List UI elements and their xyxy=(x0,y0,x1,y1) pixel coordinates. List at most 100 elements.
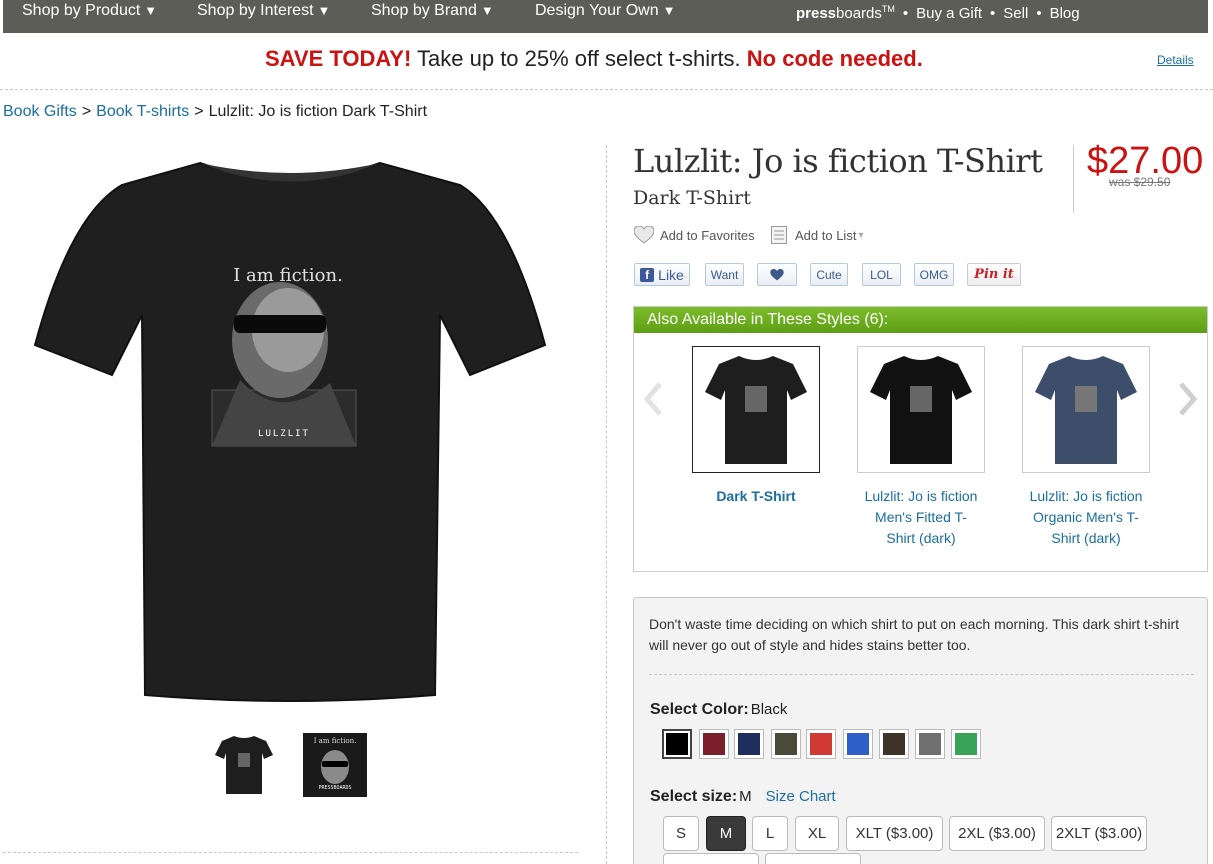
style-thumbnail xyxy=(857,346,985,473)
chevron-down-icon: ▾ xyxy=(858,229,864,241)
swatch-fill xyxy=(738,733,760,755)
size-option-3xl[interactable]: 3XL ($3.00) xyxy=(663,853,759,864)
thumbnail-shirt[interactable] xyxy=(212,733,276,797)
separator-dot: • xyxy=(1036,5,1042,22)
size-label-text: Select size: xyxy=(650,788,738,805)
size-option-l[interactable]: L xyxy=(752,816,788,851)
swatch-fill xyxy=(810,733,832,755)
product-description: Don't waste time deciding on which shirt… xyxy=(649,616,1179,653)
size-chart-link[interactable]: Size Chart xyxy=(766,788,836,805)
size-option-xl[interactable]: XL xyxy=(795,816,839,851)
style-shirt-image xyxy=(870,355,972,464)
menu-label: Shop by Product xyxy=(22,2,141,19)
swatch-fill xyxy=(666,733,688,755)
facebook-icon: f xyxy=(640,267,655,282)
promo-no-code: No code needed. xyxy=(746,46,923,71)
options-divider xyxy=(649,674,1194,675)
thumbnail-design[interactable]: I am fiction. PRESSBOARDS xyxy=(303,733,367,797)
tshirt-image: I am fiction. LULZLIT xyxy=(33,161,547,702)
brand-rest: boards xyxy=(836,5,882,22)
want-button[interactable]: Want xyxy=(705,263,744,286)
breadcrumb-book-tshirts[interactable]: Book T-shirts xyxy=(96,103,189,120)
thumbnail-text: I am fiction. xyxy=(314,737,357,745)
sell-link[interactable]: Sell xyxy=(1003,5,1028,22)
menu-shop-by-brand[interactable]: Shop by Brand ▼ xyxy=(371,2,494,20)
style-item-dark-tshirt[interactable]: Dark T-Shirt xyxy=(692,346,820,507)
pinterest-button[interactable]: Pin it xyxy=(967,263,1021,286)
selected-color-value: Black xyxy=(750,701,788,718)
promo-details-link[interactable]: Details xyxy=(1157,53,1194,67)
size-option-3xlt[interactable]: 3XLT ($3.00) xyxy=(765,853,861,864)
breadcrumb-current: Lulzlit: Jo is fiction Dark T-Shirt xyxy=(208,103,428,120)
size-option-2xl[interactable]: 2XL ($3.00) xyxy=(949,816,1045,851)
size-option-s[interactable]: S xyxy=(663,816,699,851)
menu-label: Shop by Interest xyxy=(197,2,314,19)
swatch-fill xyxy=(703,733,725,755)
facebook-like-button[interactable]: f Like xyxy=(634,263,690,286)
thumbnail-shirt-image xyxy=(215,736,273,794)
style-caption: Dark T-Shirt xyxy=(716,488,796,504)
selected-size-value: M xyxy=(739,788,752,805)
left-bottom-divider xyxy=(3,852,578,853)
select-size-label: Select size: M Size Chart xyxy=(650,788,836,806)
main-product-image[interactable]: I am fiction. LULZLIT xyxy=(30,155,550,705)
trademark: TM xyxy=(881,4,895,14)
swatch-fill xyxy=(847,733,869,755)
color-swatch-olive[interactable] xyxy=(771,729,801,759)
color-swatch-maroon[interactable] xyxy=(699,729,729,759)
product-options-panel: Don't waste time deciding on which shirt… xyxy=(633,597,1208,864)
breadcrumb-separator: > xyxy=(81,103,92,120)
chevron-down-icon: ▼ xyxy=(480,3,494,18)
cute-button[interactable]: Cute xyxy=(810,263,848,286)
color-swatch-brown[interactable] xyxy=(879,729,909,759)
column-divider xyxy=(606,145,607,864)
menu-design-your-own[interactable]: Design Your Own ▼ xyxy=(535,2,676,20)
color-swatch-navy[interactable] xyxy=(734,729,764,759)
shirt-logo-text: LULZLIT xyxy=(258,429,310,439)
style-thumbnail xyxy=(1022,346,1150,473)
alternate-styles-panel: Also Available in These Styles (6): Dark… xyxy=(633,306,1208,572)
size-option-xlt[interactable]: XLT ($3.00) xyxy=(846,816,943,851)
menu-label: Design Your Own xyxy=(535,2,659,19)
breadcrumb: Book Gifts > Book T-shirts > Lulzlit: Jo is … xyxy=(3,103,427,121)
chevron-left-icon[interactable] xyxy=(642,381,664,417)
style-item-organic-tshirt[interactable]: Lulzlit: Jo is fiction Organic Men's T-S… xyxy=(1022,346,1150,549)
color-swatch-gray[interactable] xyxy=(915,729,945,759)
color-swatch-royal-blue[interactable] xyxy=(843,729,873,759)
color-swatch-green[interactable] xyxy=(951,729,981,759)
style-caption: Lulzlit: Jo is fiction Organic Men's T-S… xyxy=(1029,488,1143,546)
breadcrumb-book-gifts[interactable]: Book Gifts xyxy=(3,103,77,120)
omg-button[interactable]: OMG xyxy=(914,263,954,286)
color-swatch-black[interactable] xyxy=(662,729,692,759)
top-nav-bar: Shop by Product ▼ Shop by Interest ▼ Shop … xyxy=(3,0,1208,33)
select-color-label: Select Color: Black xyxy=(650,701,787,719)
swatch-fill xyxy=(919,733,941,755)
menu-shop-by-product[interactable]: Shop by Product ▼ xyxy=(22,2,157,20)
original-price: was $29.50 xyxy=(1109,175,1171,189)
lol-button[interactable]: LOL xyxy=(862,263,901,286)
buy-a-gift-link[interactable]: Buy a Gift xyxy=(916,5,982,22)
list-icon xyxy=(771,226,787,244)
blog-link[interactable]: Blog xyxy=(1050,5,1080,22)
separator-dot: • xyxy=(990,5,996,22)
size-option-2xlt[interactable]: 2XLT ($3.00) xyxy=(1051,816,1147,851)
styles-heading: Also Available in These Styles (6): xyxy=(634,307,1207,333)
like-label: Like xyxy=(658,266,684,283)
style-item-fitted-tshirt[interactable]: Lulzlit: Jo is fiction Men's Fitted T-Sh… xyxy=(857,346,985,549)
style-thumbnail xyxy=(692,346,820,473)
menu-label: Shop by Brand xyxy=(371,2,477,19)
heart-icon xyxy=(770,268,784,280)
chevron-down-icon: ▼ xyxy=(662,3,676,18)
nav-right-links: pressboardsTM • Buy a Gift • Sell • Blog xyxy=(796,4,1080,22)
color-swatch-red[interactable] xyxy=(806,729,836,759)
size-option-m[interactable]: M xyxy=(706,816,746,851)
price-divider xyxy=(1073,145,1074,213)
add-to-list[interactable]: Add to List ▾ xyxy=(771,226,863,244)
chevron-right-icon[interactable] xyxy=(1177,381,1199,417)
add-to-favorites[interactable]: Add to Favorites xyxy=(634,226,755,244)
swatch-fill xyxy=(775,733,797,755)
pressboards-link[interactable]: pressboardsTM xyxy=(796,4,895,22)
love-button[interactable] xyxy=(757,263,797,286)
menu-shop-by-interest[interactable]: Shop by Interest ▼ xyxy=(197,2,330,20)
thumbnail-logo-text: PRESSBOARDS xyxy=(318,785,351,791)
